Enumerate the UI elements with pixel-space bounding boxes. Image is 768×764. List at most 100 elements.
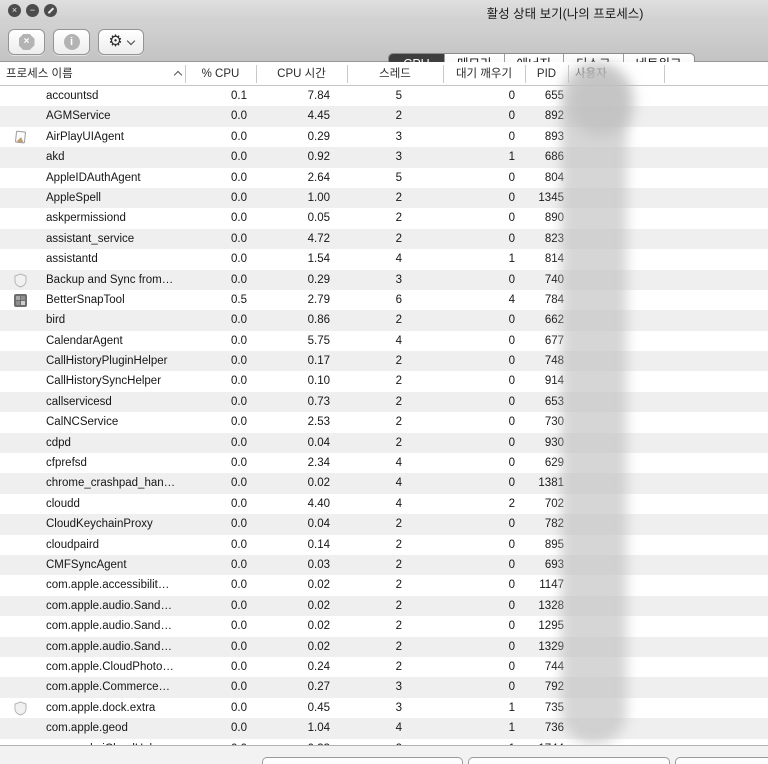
pid-value: 930: [544, 436, 564, 449]
process-name: AppleSpell: [46, 191, 101, 204]
thread-count: 4: [395, 334, 402, 347]
table-row[interactable]: CMFSyncAgent 0.0 0.03 2 0 693: [0, 554, 768, 576]
cpu-time: 0.02: [307, 620, 330, 633]
cpu-percent: 0.0: [231, 416, 247, 429]
table-row[interactable]: askpermissiond 0.0 0.05 2 0 890: [0, 208, 768, 229]
table-row[interactable]: com.apple.audio.Sand… 0.0 0.02 2 0 1295: [0, 616, 768, 637]
cpu-time: 0.02: [307, 599, 330, 612]
table-row[interactable]: com.apple.audio.Sand… 0.0 0.02 2 0 1328: [0, 595, 768, 617]
table-row[interactable]: bird 0.0 0.86 2 0 662: [0, 310, 768, 331]
table-row[interactable]: CalendarAgent 0.0 5.75 4 0 677: [0, 330, 768, 352]
toolbar: × i ⚙ CPU 메모리 에너지 디스크 네트워크: [0, 22, 768, 76]
thread-count: 5: [395, 171, 402, 184]
table-row[interactable]: com.apple.audio.Sand… 0.0 0.02 2 0 1329: [0, 636, 768, 657]
table-row[interactable]: com.apple.CloudPhoto… 0.0 0.24 2 0 744: [0, 656, 768, 678]
column-header-pid[interactable]: PID: [525, 62, 568, 86]
thread-count: 2: [395, 558, 402, 571]
table-row[interactable]: BetterSnapTool 0.5 2.79 6 4 784: [0, 289, 768, 311]
cpu-percent: 0.0: [231, 395, 247, 408]
thread-count: 2: [395, 579, 402, 592]
process-name: com.apple.CloudPhoto…: [46, 660, 174, 673]
cpu-time: 0.17: [307, 355, 330, 368]
table-row[interactable]: assistant_service 0.0 4.72 2 0 823: [0, 228, 768, 250]
cpu-percent: 0.0: [231, 538, 247, 551]
table-row[interactable]: com.apple.geod 0.0 1.04 4 1 736: [0, 718, 768, 739]
column-header-threads[interactable]: 스레드: [347, 62, 443, 86]
table-row[interactable]: CallHistorySyncHelper 0.0 0.10 2 0 914: [0, 371, 768, 392]
stats-box-left: [262, 757, 463, 764]
pid-value: 804: [544, 171, 564, 184]
inspect-process-button[interactable]: i: [53, 29, 90, 55]
cpu-percent: 0.0: [231, 681, 247, 694]
process-name: CallHistorySyncHelper: [46, 375, 162, 388]
cpu-time: 4.40: [307, 497, 330, 510]
cpu-percent: 0.0: [231, 660, 247, 673]
quit-x-icon: ×: [18, 34, 35, 50]
table-row[interactable]: CloudKeychainProxy 0.0 0.04 2 0 782: [0, 514, 768, 535]
table-row[interactable]: AppleIDAuthAgent 0.0 2.64 5 0 804: [0, 167, 768, 188]
table-row[interactable]: AGMService 0.0 4.45 2 0 892: [0, 106, 768, 127]
pid-value: 744: [544, 660, 564, 673]
pid-value: 895: [544, 538, 564, 551]
table-row[interactable]: cloudpaird 0.0 0.14 2 0 895: [0, 534, 768, 555]
window-controls: × −: [8, 4, 57, 17]
table-row[interactable]: chrome_crashpad_han… 0.0 0.02 4 0 1381: [0, 473, 768, 494]
thread-count: 3: [395, 681, 402, 694]
process-name: callservicesd: [46, 395, 112, 408]
thread-count: 4: [395, 477, 402, 490]
minimize-button[interactable]: −: [26, 4, 39, 17]
table-row[interactable]: accountsd 0.1 7.84 5 0 655: [0, 86, 768, 107]
thread-count: 2: [395, 232, 402, 245]
pid-value: 686: [544, 151, 564, 164]
table-row[interactable]: com.apple.dock.extra 0.0 0.45 3 1 735: [0, 697, 768, 719]
actions-menu-button[interactable]: ⚙: [98, 29, 144, 55]
close-button[interactable]: ×: [8, 4, 21, 17]
process-name: cdpd: [46, 436, 71, 449]
table-row[interactable]: Backup and Sync from… 0.0 0.29 3 0 740: [0, 269, 768, 290]
table-row[interactable]: cfprefsd 0.0 2.34 4 0 629: [0, 453, 768, 474]
pid-value: 1381: [538, 477, 564, 490]
thread-count: 4: [395, 457, 402, 470]
table-row[interactable]: akd 0.0 0.92 3 1 686: [0, 147, 768, 168]
table-row[interactable]: cdpd 0.0 0.04 2 0 930: [0, 432, 768, 454]
table-row[interactable]: callservicesd 0.0 0.73 2 0 653: [0, 391, 768, 413]
thread-count: 5: [395, 90, 402, 102]
table-row[interactable]: assistantd 0.0 1.54 4 1 814: [0, 249, 768, 270]
header-divider: [185, 65, 186, 83]
process-name: assistant_service: [46, 232, 135, 245]
pid-value: 653: [544, 395, 564, 408]
table-row[interactable]: cloudd 0.0 4.40 4 2 702: [0, 493, 768, 515]
process-name: AirPlayUIAgent: [46, 130, 124, 143]
cpu-percent: 0.0: [231, 314, 247, 327]
cpu-time: 0.86: [307, 314, 330, 327]
table-row[interactable]: CallHistoryPluginHelper 0.0 0.17 2 0 748: [0, 351, 768, 372]
cpu-percent: 0.0: [231, 477, 247, 490]
column-header-process-name[interactable]: 프로세스 이름: [6, 62, 73, 86]
table-row[interactable]: CalNCService 0.0 2.53 2 0 730: [0, 412, 768, 433]
cpu-time: 0.92: [307, 151, 330, 164]
pid-value: 823: [544, 232, 564, 245]
thread-count: 2: [395, 395, 402, 408]
process-table-body: accountsd 0.1 7.84 5 0 655 AGMService 0.…: [0, 86, 768, 745]
cpu-time: 1.04: [307, 722, 330, 735]
column-header-cpu[interactable]: % CPU: [185, 62, 256, 86]
cpu-time: 2.34: [307, 457, 330, 470]
process-name: com.apple.geod: [46, 722, 128, 735]
quit-process-button[interactable]: ×: [8, 29, 45, 55]
pid-value: 677: [544, 334, 564, 347]
table-row[interactable]: com.apple.Commerce… 0.0 0.27 3 0 792: [0, 677, 768, 698]
table-row[interactable]: AppleSpell 0.0 1.00 2 0 1345: [0, 187, 768, 209]
zoom-button[interactable]: [44, 4, 57, 17]
header-divider: [525, 65, 526, 83]
cpu-percent: 0.0: [231, 151, 247, 164]
column-header-idle-wakeups[interactable]: 대기 깨우기: [443, 62, 525, 86]
thread-count: 2: [395, 191, 402, 204]
cpu-percent: 0.0: [231, 232, 247, 245]
chevron-down-icon: [126, 36, 135, 45]
cpu-percent: 0.5: [231, 293, 247, 306]
table-row[interactable]: com.apple.accessibilit… 0.0 0.02 2 0 114…: [0, 575, 768, 596]
table-row[interactable]: AirPlayUIAgent 0.0 0.29 3 0 893: [0, 126, 768, 148]
cpu-time: 0.05: [307, 212, 330, 225]
column-header-cpu-time[interactable]: CPU 시간: [256, 62, 347, 86]
cpu-percent: 0.0: [231, 355, 247, 368]
